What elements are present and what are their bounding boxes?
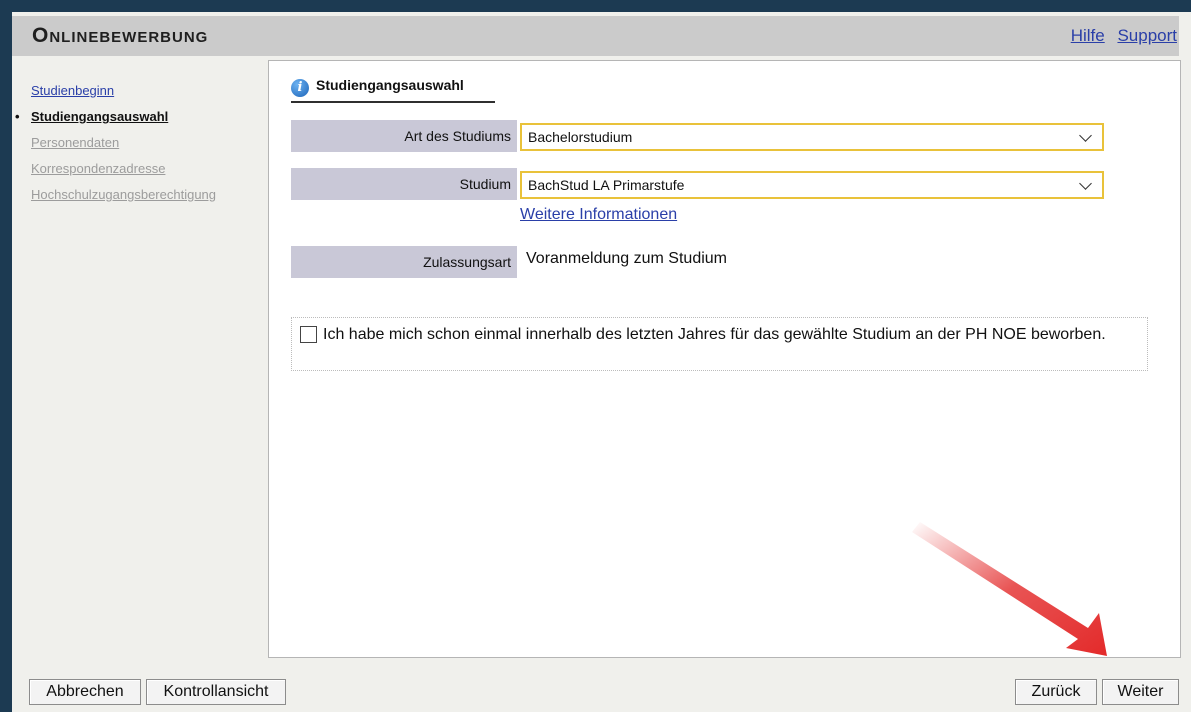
back-button[interactable]: Zurück xyxy=(1015,679,1097,705)
next-button[interactable]: Weiter xyxy=(1102,679,1179,705)
cancel-button[interactable]: Abbrechen xyxy=(29,679,141,705)
red-arrow-annotation xyxy=(912,522,1107,656)
review-button[interactable]: Kontrollansicht xyxy=(146,679,286,705)
